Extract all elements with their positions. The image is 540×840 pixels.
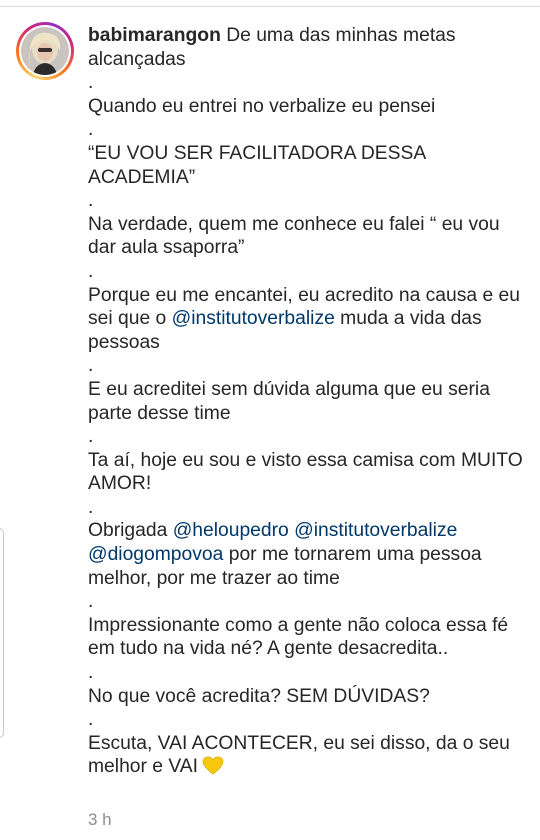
- username-link[interactable]: babimarangon: [88, 25, 221, 46]
- post-timestamp: 3 h: [88, 810, 112, 829]
- caption-separator: .: [88, 426, 94, 448]
- caption-separator: .: [88, 190, 94, 212]
- mention-link[interactable]: @heloupedro: [173, 520, 289, 541]
- caption-line: Quando eu entrei no verbalize eu pensei: [88, 95, 436, 117]
- caption-line: Ta aí, hoje eu sou e visto essa camisa c…: [88, 449, 523, 495]
- caption-line: Porque eu me encantei, eu acredito na ca…: [88, 284, 520, 353]
- caption-separator: .: [88, 72, 94, 94]
- caption-separator: .: [88, 662, 94, 684]
- caption-line: Obrigada @heloupedro @institutoverbalize…: [88, 520, 482, 589]
- caption-line: Escuta, VAI ACONTECER, eu sei disso, da …: [88, 732, 510, 778]
- caption-separator: .: [88, 709, 94, 731]
- mention-link[interactable]: @institutoverbalize: [294, 520, 457, 541]
- top-divider: [0, 6, 540, 7]
- caption-line: No que você acredita? SEM DÚVIDAS?: [88, 685, 430, 707]
- mention-link[interactable]: @diogompovoa: [88, 544, 223, 565]
- avatar[interactable]: [16, 22, 74, 80]
- profile-photo: [21, 27, 69, 75]
- caption-line: Na verdade, quem me conhece eu falei “ e…: [88, 213, 500, 259]
- yellow-heart-icon: [202, 756, 224, 775]
- caption-separator: .: [88, 119, 94, 141]
- mention-link[interactable]: @institutoverbalize: [172, 308, 335, 329]
- caption-separator: .: [88, 591, 94, 613]
- caption-separator: .: [88, 260, 94, 282]
- caption-line: E eu acreditei sem dúvida alguma que eu …: [88, 378, 490, 424]
- caption-line: Impressionante como a gente não coloca e…: [88, 614, 509, 660]
- caption-line: “EU VOU SER FACILITADORA DESSA ACADEMIA”: [88, 142, 426, 188]
- scroll-edge-indicator: [0, 528, 4, 738]
- caption-separator: .: [88, 496, 94, 518]
- post-caption: babimarangon De uma das minhas metas alc…: [88, 24, 528, 779]
- caption-separator: .: [88, 355, 94, 377]
